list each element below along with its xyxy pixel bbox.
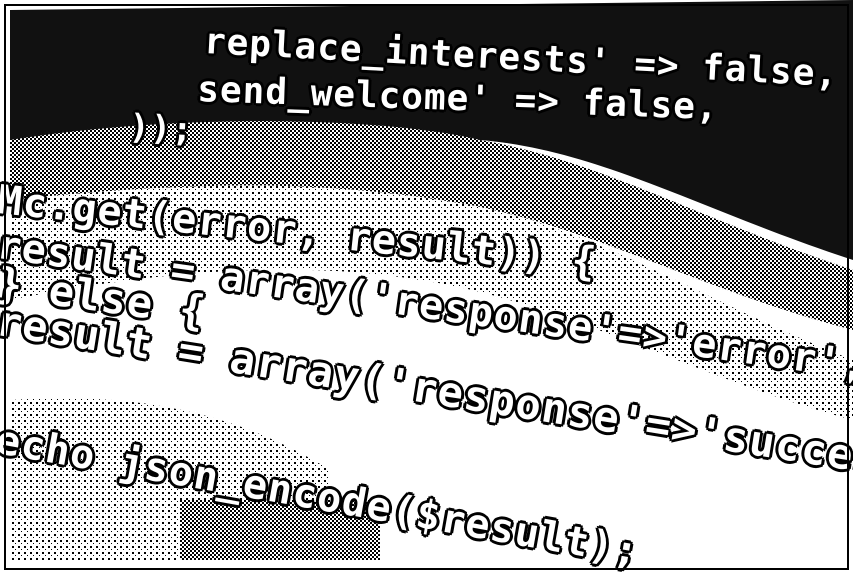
code-line-3: )); <box>128 107 195 151</box>
code-photo: replace_interests' => false, send_welcom… <box>0 0 853 574</box>
